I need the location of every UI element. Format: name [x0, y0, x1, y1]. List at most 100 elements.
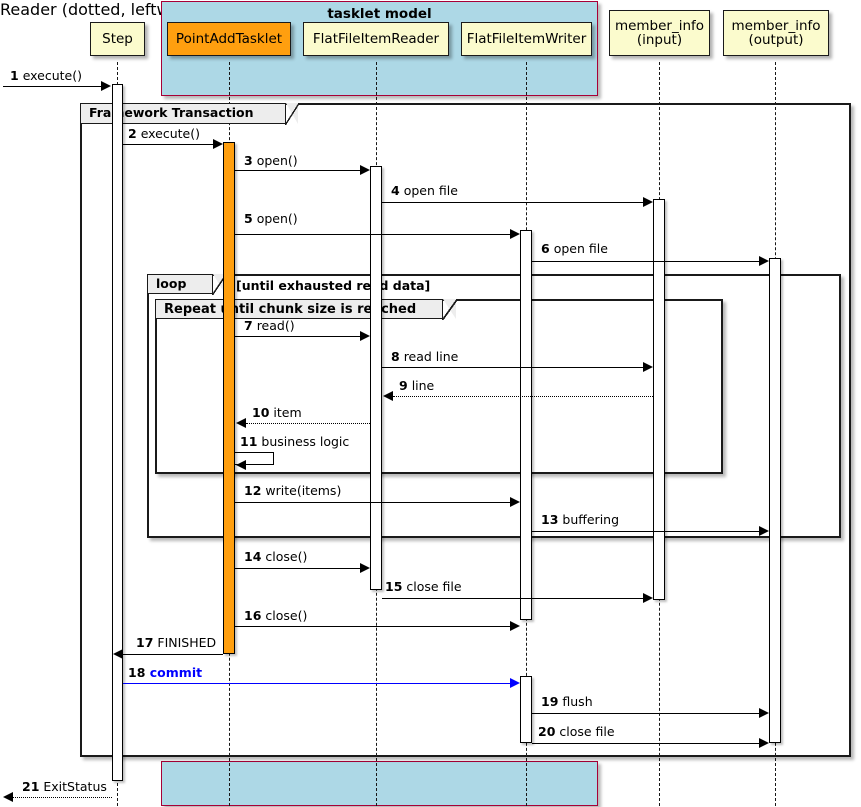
message-16-seq: 16	[244, 608, 262, 623]
message-6-seq: 6	[541, 241, 550, 256]
message-16-label: 16 close()	[244, 608, 308, 623]
message-11-seq: 11	[240, 434, 258, 449]
package-tasklet-model-bottom	[161, 761, 598, 806]
message-5-seq: 5	[244, 211, 253, 226]
activation-step	[112, 84, 123, 781]
message-11-arrowhead	[236, 460, 246, 470]
participant-member-info-input-line2: (input)	[636, 32, 683, 48]
message-21-text: ExitStatus	[43, 779, 107, 794]
message-3-seq: 3	[244, 153, 253, 168]
message-1-line	[3, 86, 102, 87]
message-15-label: 15 close file	[385, 579, 462, 594]
message-21-arrowhead	[3, 792, 13, 802]
message-2-text: execute()	[140, 126, 201, 141]
message-7-seq: 7	[244, 318, 253, 333]
message-5-label: 5 open()	[244, 211, 298, 226]
frame-framework-transaction-notch-edge	[285, 103, 299, 125]
participant-member-info-input[interactable]: member_info (input)	[609, 10, 710, 56]
message-19-text: flush	[562, 694, 593, 709]
message-4-text: open file	[403, 183, 458, 198]
activation-tasklet	[223, 142, 235, 654]
message-8-arrowhead	[643, 362, 653, 372]
participant-flatfileitemreader[interactable]: FlatFileItemReader	[303, 22, 449, 56]
message-11-text: business logic	[261, 434, 350, 449]
frame-repeat-chunk-notch-edge	[442, 299, 457, 320]
message-6-arrowhead	[759, 256, 769, 266]
message-21-seq: 21	[22, 779, 40, 794]
message-18-line	[123, 683, 512, 684]
sequence-diagram-canvas: tasklet model Framework Transaction loop…	[0, 0, 861, 807]
message-1-seq: 1	[10, 68, 19, 83]
message-12-label: 12 write(items)	[244, 483, 342, 498]
message-19-line	[532, 713, 761, 714]
message-13-line	[532, 531, 761, 532]
message-10-text: item	[273, 405, 302, 420]
message-1-arrowhead	[101, 81, 111, 91]
message-12-arrowhead	[510, 497, 520, 507]
frame-loop-label: loop	[156, 275, 187, 291]
message-16-text: close()	[265, 608, 308, 623]
message-2-arrowhead	[213, 139, 223, 149]
message-8-label: 8 read line	[391, 349, 459, 364]
participant-flatfileitemwriter-label: FlatFileItemWriter	[466, 30, 587, 47]
message-3-arrowhead	[360, 165, 370, 175]
message-18-seq: 18	[128, 665, 146, 680]
frame-loop-guard: [until exhausted read data]	[236, 278, 431, 293]
message-8-line	[382, 367, 645, 368]
message-6-label: 6 open file	[541, 241, 608, 256]
message-13-arrowhead	[759, 526, 769, 536]
message-4-arrowhead	[643, 197, 653, 207]
participant-pointaddtasklet-label: PointAddTasklet	[175, 30, 283, 47]
activation-member-info-input	[653, 199, 665, 600]
message-10-line	[246, 423, 370, 424]
message-8-text: read line	[403, 349, 459, 364]
message-16-line	[235, 626, 512, 627]
participant-step[interactable]: Step	[90, 22, 145, 56]
message-14-seq: 14	[244, 549, 262, 564]
message-13-label: 13 buffering	[541, 512, 620, 527]
message-3-text: open()	[256, 153, 298, 168]
message-4-line	[382, 202, 645, 203]
message-14-text: close()	[265, 549, 308, 564]
frame-loop-tab: loop	[147, 274, 213, 294]
activation-reader-open	[370, 166, 382, 590]
participant-member-info-output[interactable]: member_info (output)	[723, 10, 829, 56]
activation-writer-open	[520, 230, 532, 620]
participant-flatfileitemwriter[interactable]: FlatFileItemWriter	[461, 22, 592, 56]
message-15-text: close file	[406, 579, 462, 594]
message-1-label: 1 execute()	[10, 68, 83, 83]
message-1-text: execute()	[22, 68, 83, 83]
message-17-label: 17 FINISHED	[136, 636, 216, 650]
message-5-arrowhead	[510, 229, 520, 239]
message-20-text: close file	[559, 724, 615, 739]
participant-step-label: Step	[102, 30, 133, 47]
message-7-line	[235, 336, 362, 337]
message-7-label: 7 read()	[244, 318, 295, 333]
message-15-line	[382, 598, 645, 599]
message-17-arrowhead	[113, 649, 123, 659]
message-7-text: read()	[256, 318, 295, 333]
activation-member-info-output	[769, 258, 781, 743]
participant-member-info-output-line2: (output)	[748, 32, 804, 48]
message-5-line	[235, 234, 512, 235]
message-11-label: 11 business logic	[240, 434, 350, 449]
message-19-arrowhead	[759, 708, 769, 718]
message-7-arrowhead	[360, 331, 370, 341]
message-2-line	[123, 144, 215, 145]
message-9-label: 9 line	[399, 378, 435, 393]
message-13-text: buffering	[562, 512, 620, 527]
message-3-label: 3 open()	[244, 153, 298, 168]
message-18-label: 18 commit	[128, 665, 202, 680]
message-5-text: open()	[256, 211, 298, 226]
message-2-label: 2 execute()	[128, 126, 201, 141]
message-9-arrowhead	[383, 391, 393, 401]
message-17-line	[123, 654, 223, 655]
message-15-seq: 15	[385, 579, 403, 594]
message-12-text: write(items)	[265, 483, 342, 498]
participant-pointaddtasklet[interactable]: PointAddTasklet	[167, 22, 291, 56]
message-20-label: 20 close file	[538, 724, 615, 739]
message-9-text: line	[411, 378, 435, 393]
message-8-seq: 8	[391, 349, 400, 364]
message-15-arrowhead	[643, 593, 653, 603]
message-6-line	[532, 261, 761, 262]
